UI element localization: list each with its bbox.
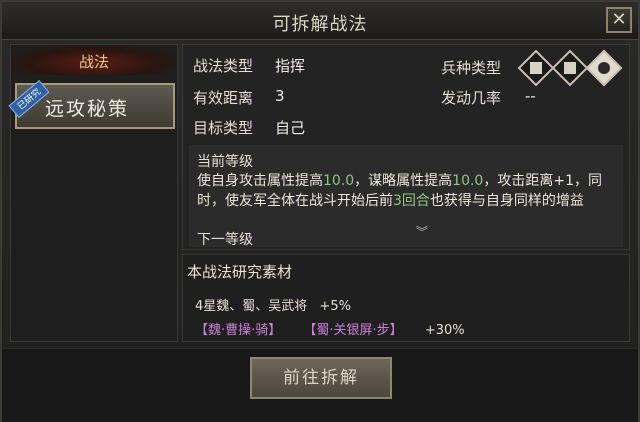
material-row-specific: 【魏·曹操·骑】 【蜀·关银屏·步】 +30% [195, 319, 465, 338]
bottom-action-bar: 前往拆解 [2, 348, 638, 422]
material-row-generic: 4星魏、蜀、吴武将 +5% [195, 295, 351, 314]
range-value: 3 [275, 87, 285, 105]
chevron-down-icon[interactable]: ︾ [413, 226, 431, 243]
go-dismantle-button[interactable]: 前往拆解 [250, 357, 392, 399]
general-tag-caocao[interactable]: 【魏·曹操·骑】 [195, 323, 281, 338]
infantry-icon [517, 49, 555, 87]
trigger-rate-label: 发动几率 [441, 89, 502, 107]
material-generic-text: 4星魏、蜀、吴武将 [195, 299, 308, 314]
tactic-list-header-label: 战法 [78, 53, 109, 71]
close-button[interactable]: ✕ [606, 7, 632, 33]
tactic-item-label: 远攻秘策 [45, 98, 130, 120]
tactic-type-label: 战法类型 [193, 57, 254, 75]
attack-bonus-value: 10.0 [323, 173, 355, 189]
current-level-title: 当前等级 [197, 154, 253, 170]
tactic-info-panel: 战法类型 指挥 有效距离 3 目标类型 自己 兵种类型 发动几率 -- 当前等级… [182, 44, 630, 250]
troop-type-label: 兵种类型 [441, 59, 502, 77]
tactic-list-header: 战法 [11, 45, 177, 75]
materials-title: 本战法研究素材 [187, 263, 293, 281]
trigger-rate-value: -- [525, 87, 536, 105]
strategy-bonus-value: 10.0 [452, 173, 484, 189]
material-specific-bonus: +30% [424, 323, 465, 338]
tactic-type-value: 指挥 [275, 57, 306, 75]
dismantle-tactics-window: 可拆解战法 ✕ 战法 已研究 远攻秘策 战法类型 指挥 有效距离 3 目标类型 … [0, 0, 640, 422]
next-level-title: 下一等级 [197, 232, 253, 248]
turns-value: 3回合 [393, 193, 430, 209]
current-level-description: 使自身攻击属性提高10.0，谋略属性提高10.0，攻击距离+1，同时，使友军全体… [197, 173, 602, 209]
research-materials-panel: 本战法研究素材 4星魏、蜀、吴武将 +5% 【魏·曹操·骑】 【蜀·关银屏·步】… [182, 254, 630, 342]
tactic-description-box: 当前等级 使自身攻击属性提高10.0，谋略属性提高10.0，攻击距离+1，同时，… [189, 145, 623, 248]
window-title: 可拆解战法 [272, 14, 368, 35]
researched-badge: 已研究 [8, 80, 50, 118]
target-type-value: 自己 [275, 119, 306, 137]
cavalry-icon [585, 49, 623, 87]
title-bar: 可拆解战法 ✕ [2, 2, 638, 40]
range-label: 有效距离 [193, 89, 254, 107]
general-tag-guanyinping[interactable]: 【蜀·关银屏·步】 [303, 323, 402, 338]
tactic-list-panel: 战法 已研究 远攻秘策 [8, 44, 178, 342]
archer-icon [551, 49, 589, 87]
target-type-label: 目标类型 [193, 119, 254, 137]
material-generic-bonus: +5% [319, 299, 351, 314]
tactic-item-yuangongmice[interactable]: 已研究 远攻秘策 [8, 80, 175, 129]
